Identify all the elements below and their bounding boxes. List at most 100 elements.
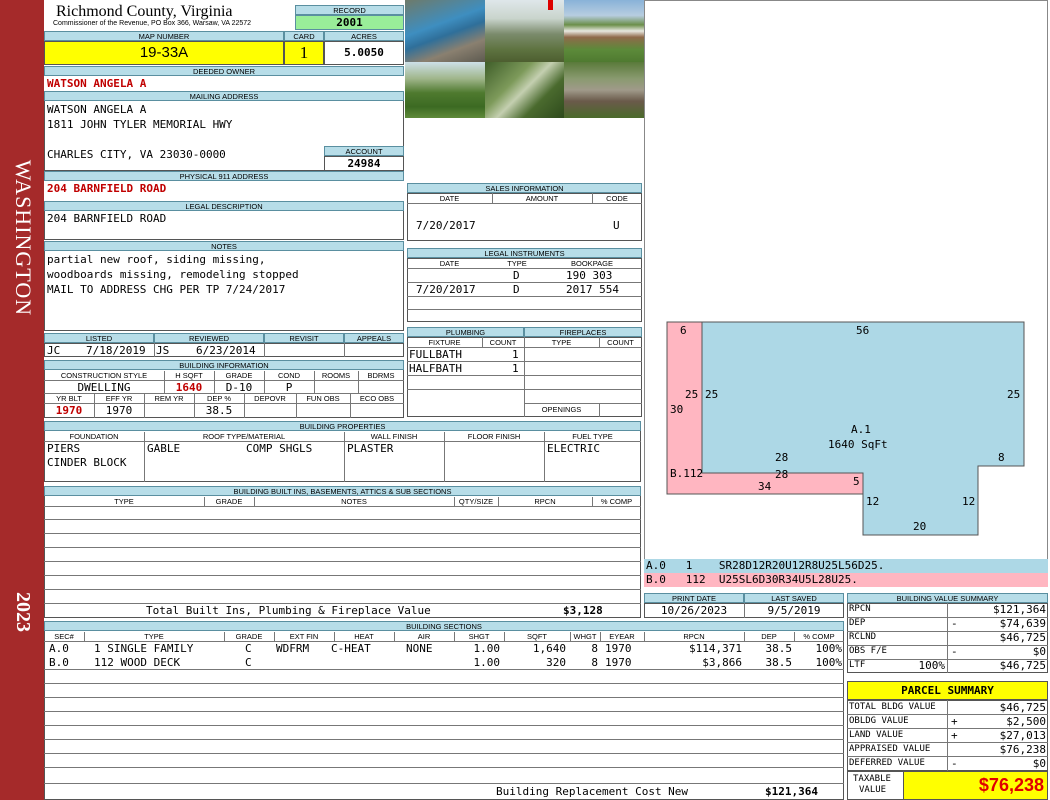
sec-header-sqft: SQFT	[527, 632, 547, 641]
account-number: 24984	[324, 156, 404, 171]
vs-obs-value: $0	[1032, 645, 1046, 658]
divider	[599, 337, 600, 347]
sketch-dim-25-b: 25	[685, 388, 699, 401]
sketch-dim-28-top: 28	[775, 451, 789, 464]
value-summary-label: BUILDING VALUE SUMMARY	[847, 593, 1048, 603]
map-number: 19-33A	[44, 41, 284, 65]
divider	[154, 343, 155, 357]
divider	[224, 632, 225, 641]
property-photo-pool	[405, 0, 485, 62]
legal-description: 204 BARNFIELD ROAD	[47, 212, 167, 225]
floor-finish-label: FLOOR FINISH	[467, 432, 521, 441]
plumbing-fixture-2: HALFBATH	[409, 362, 462, 375]
record-number: 2001	[295, 15, 404, 30]
listed-by: JC	[47, 344, 61, 357]
divider	[44, 697, 844, 698]
divider	[454, 632, 455, 641]
divider	[44, 519, 641, 520]
openings-label: OPENINGS	[541, 405, 582, 414]
red-marker-icon	[548, 0, 553, 10]
divider	[524, 403, 642, 404]
reviewed-by: JS	[156, 344, 170, 357]
district-name: WASHINGTON	[11, 159, 36, 317]
plumbing-fixture-1: FULLBATH	[409, 348, 462, 361]
sec-a-whgt: 8	[591, 642, 598, 655]
divider	[544, 432, 545, 482]
wall-finish: PLASTER	[347, 442, 394, 455]
card-number: 1	[284, 41, 324, 65]
replacement-cost: $121,364	[765, 785, 818, 798]
sketch-section-a-sqft: 1640 SqFt	[828, 438, 888, 451]
divider	[407, 309, 642, 310]
card-label: CARD	[284, 31, 324, 41]
divider	[44, 767, 844, 768]
vs-dep-label: DEP	[849, 618, 866, 628]
divider	[44, 561, 641, 562]
last-saved-label: LAST SAVED	[744, 593, 844, 603]
sec-a-type: 1 SINGLE FAMILY	[94, 642, 194, 655]
inst-row-2-type: D	[513, 283, 520, 296]
last-saved-date: 9/5/2019	[767, 604, 821, 617]
sketch-dim-25-a: 25	[705, 388, 719, 401]
sec-a-extfin: WDFRM	[276, 642, 310, 655]
sec-header-grade: GRADE	[235, 632, 263, 641]
vs-ltf-value: $46,725	[999, 659, 1046, 672]
divider	[44, 739, 844, 740]
built-ins-total-label: Total Built Ins, Plumbing & Fireplace Va…	[146, 604, 431, 617]
inst-row-1-book: 190 303	[566, 269, 613, 282]
divider	[204, 497, 205, 506]
sketch-dim-34: 34	[758, 480, 772, 493]
sec-header-extfin: EXT FIN	[289, 632, 319, 641]
notes-line-3: MAIL TO ADDRESS CHG PER TP 7/24/2017	[47, 283, 286, 296]
plumbing-count-label: COUNT	[489, 338, 517, 347]
divider	[296, 394, 297, 418]
fun-obs-label: FUN OBS	[306, 394, 340, 403]
sec-header-heat: HEAT	[354, 632, 374, 641]
sec-a-rpcn: $114,371	[689, 642, 742, 655]
notes-label: NOTES	[44, 241, 404, 251]
divider	[492, 193, 493, 203]
divider	[344, 343, 345, 357]
sec-b-type: 112 WOOD DECK	[94, 656, 181, 669]
divider	[407, 203, 642, 204]
sec-b-rpcn: $3,866	[702, 656, 742, 669]
sales-info-label: SALES INFORMATION	[407, 183, 642, 193]
divider	[394, 632, 395, 641]
ps-deferred-label: DEFERRED VALUE	[849, 758, 925, 768]
bi-rpcn-label: RPCN	[534, 497, 556, 506]
vs-rclnd-value: $46,725	[999, 631, 1046, 644]
building-sections-label: BUILDING SECTIONS	[44, 621, 844, 631]
sec-a-dep: 38.5	[765, 642, 793, 655]
h-sqft-label: H SQFT	[175, 371, 203, 380]
divider	[644, 632, 645, 641]
sec-a-air: NONE	[406, 642, 433, 655]
sec-b-pct: 100%	[815, 656, 843, 669]
divider	[254, 497, 255, 506]
fireplaces-label: FIREPLACES	[524, 327, 642, 337]
ps-obldg-value: $2,500	[1006, 715, 1046, 728]
taxable-value: $76,238	[903, 771, 1048, 800]
sec-a-sqft: 1,640	[532, 642, 566, 655]
divider	[44, 783, 844, 784]
sec-b-sqft: 320	[546, 656, 566, 669]
plumbing-count-1: 1	[512, 348, 519, 361]
divider	[84, 632, 85, 641]
divider	[407, 296, 642, 297]
construction-style-label: CONSTRUCTION STYLE	[60, 371, 148, 380]
cond-label: COND	[277, 371, 301, 380]
divider	[592, 497, 593, 506]
ps-total-bldg-label: TOTAL BLDG VALUE	[849, 702, 936, 712]
sec-header-pct: % COMP	[803, 632, 835, 641]
property-photo-trees	[485, 62, 564, 118]
plumbing-count-2: 1	[512, 362, 519, 375]
dep-label: DEP %	[206, 394, 232, 403]
revisit-label: REVISIT	[264, 333, 344, 343]
mailing-line-2: 1811 JOHN TYLER MEMORIAL HWY	[47, 118, 233, 131]
year-built: 1970	[55, 404, 83, 417]
divider	[570, 632, 571, 641]
depreciation-pct: 38.5	[205, 404, 233, 417]
bi-type-label: TYPE	[114, 497, 134, 506]
sketch-code-a: A.0 1 SR28D12R20U12R8U25L56D25.	[644, 559, 1048, 573]
divider	[344, 432, 345, 482]
sales-box	[407, 193, 642, 241]
